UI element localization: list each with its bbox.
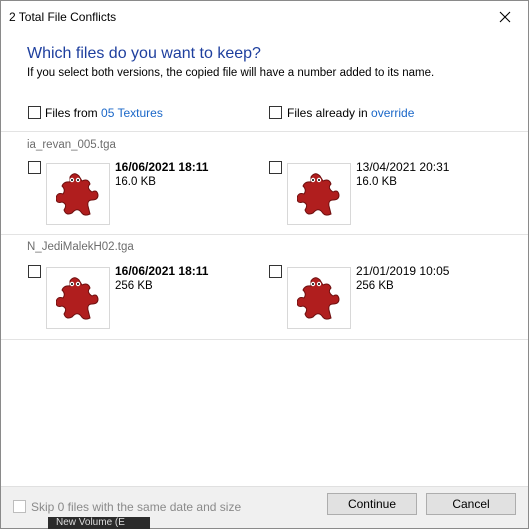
dest-file-date: 21/01/2019 10:05 xyxy=(356,264,450,278)
source-file-size: 256 KB xyxy=(115,280,153,292)
source-file-date: 16/06/2021 18:11 xyxy=(115,264,209,278)
select-all-dest-checkbox[interactable] xyxy=(269,106,282,119)
title-bar: 2 Total File Conflicts xyxy=(1,1,528,33)
source-column-label[interactable]: Files from 05 Textures xyxy=(45,106,163,120)
source-folder-link[interactable]: 05 Textures xyxy=(101,106,163,120)
irfanview-puzzle-icon xyxy=(56,277,99,320)
skip-same-label: Skip 0 files with the same date and size xyxy=(31,500,242,514)
keep-source-checkbox[interactable] xyxy=(28,265,41,278)
conflict-file-name: N_JediMalekH02.tga xyxy=(27,241,134,253)
dest-folder-link[interactable]: override xyxy=(371,106,414,120)
file-thumbnail[interactable] xyxy=(46,267,110,329)
dialog-note: If you select both versions, the copied … xyxy=(27,67,435,79)
file-thumbnail[interactable] xyxy=(46,163,110,225)
continue-button[interactable]: Continue xyxy=(327,493,417,515)
source-file-date: 16/06/2021 18:11 xyxy=(115,160,209,174)
file-thumbnail[interactable] xyxy=(287,267,351,329)
divider xyxy=(1,234,528,235)
cancel-button[interactable]: Cancel xyxy=(426,493,516,515)
irfanview-puzzle-icon xyxy=(297,277,340,320)
dest-column-label[interactable]: Files already in override xyxy=(287,106,414,120)
dest-file-size: 16.0 KB xyxy=(356,176,397,188)
dialog-heading: Which files do you want to keep? xyxy=(27,45,261,62)
divider xyxy=(1,339,528,340)
irfanview-puzzle-icon xyxy=(56,173,99,216)
close-icon xyxy=(499,11,511,23)
conflict-file-name: ia_revan_005.tga xyxy=(27,139,116,151)
file-thumbnail[interactable] xyxy=(287,163,351,225)
keep-dest-checkbox[interactable] xyxy=(269,265,282,278)
window-title: 2 Total File Conflicts xyxy=(9,10,117,24)
select-all-source-checkbox[interactable] xyxy=(28,106,41,119)
dest-file-size: 256 KB xyxy=(356,280,394,292)
keep-source-checkbox[interactable] xyxy=(28,161,41,174)
skip-same-checkbox[interactable] xyxy=(13,500,26,513)
source-file-size: 16.0 KB xyxy=(115,176,156,188)
file-conflict-dialog: 2 Total File Conflicts Which files do yo… xyxy=(0,0,529,529)
irfanview-puzzle-icon xyxy=(297,173,340,216)
keep-dest-checkbox[interactable] xyxy=(269,161,282,174)
close-button[interactable] xyxy=(482,1,528,33)
divider xyxy=(1,131,528,132)
taskbar-item[interactable]: New Volume (E xyxy=(48,517,150,529)
dest-file-date: 13/04/2021 20:31 xyxy=(356,160,450,174)
